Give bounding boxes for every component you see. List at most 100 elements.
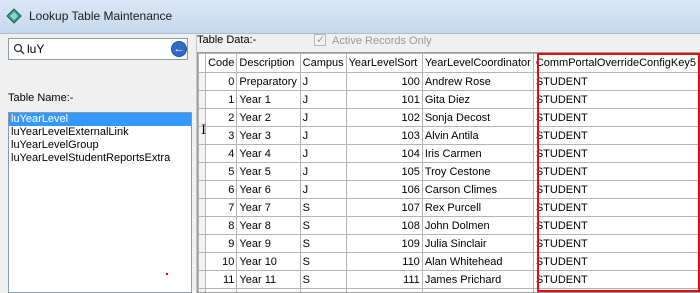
table-row[interactable]: 3 Year 3 J 103 Alvin Antila STUDENT [198, 126, 699, 145]
table-row[interactable]: 7 Year 7 S 107 Rex Purcell STUDENT [198, 198, 699, 217]
table-cell[interactable]: Year 7 [236, 198, 301, 217]
table-cell[interactable]: Alvin Antila [421, 126, 534, 145]
row-header[interactable] [198, 90, 207, 109]
table-cell[interactable]: Gita Diez [421, 90, 534, 109]
column-header[interactable]: Campus [299, 53, 347, 73]
table-name-item[interactable]: luYearLevelGroup [9, 139, 191, 152]
active-records-checkbox[interactable]: Active Records Only [314, 33, 432, 47]
table-cell[interactable]: 100 [345, 72, 423, 91]
table-cell[interactable]: J [299, 144, 347, 163]
table-cell[interactable]: STUDENT [532, 90, 699, 109]
table-cell[interactable]: S [299, 234, 347, 253]
table-cell[interactable]: 108 [345, 216, 423, 235]
table-cell[interactable]: Year 6 [236, 180, 301, 199]
table-row[interactable]: 5 Year 5 J 105 Troy Cestone STUDENT [198, 162, 699, 181]
column-header[interactable]: Description [236, 53, 301, 73]
table-cell[interactable]: Rex Purcell [421, 198, 534, 217]
table-row[interactable]: 1 Year 1 J 101 Gita Diez STUDENT [198, 90, 699, 109]
row-header[interactable] [198, 252, 207, 271]
table-cell[interactable]: 0 [205, 72, 238, 91]
table-cell[interactable]: J [299, 162, 347, 181]
table-cell[interactable]: STUDENT [532, 162, 699, 181]
table-cell[interactable]: 102 [345, 108, 423, 127]
table-cell[interactable]: 2 [205, 108, 238, 127]
table-cell[interactable]: Year 2 [236, 108, 301, 127]
table-cell[interactable]: Year 4 [236, 144, 301, 163]
table-cell[interactable]: J [299, 180, 347, 199]
table-cell[interactable]: 110 [345, 252, 423, 271]
table-cell[interactable]: Andrew Rose [421, 72, 534, 91]
table-name-item[interactable]: luYearLevel [9, 113, 191, 126]
table-cell[interactable]: 101 [345, 90, 423, 109]
table-cell[interactable]: 6 [205, 180, 238, 199]
table-cell[interactable]: S [299, 198, 347, 217]
table-cell[interactable]: STUDENT [532, 216, 699, 235]
table-cell[interactable]: 106 [345, 180, 423, 199]
go-button[interactable]: ← [171, 41, 187, 57]
row-header[interactable] [198, 216, 207, 235]
table-row[interactable]: 11 Year 11 S 111 James Prichard STUDENT [198, 270, 699, 289]
table-cell[interactable]: Julia Sinclair [421, 234, 534, 253]
column-header[interactable]: CommPortalOverrideConfigKey5 [532, 53, 699, 73]
table-cell[interactable]: Alan Whitehead [421, 252, 534, 271]
row-header[interactable] [198, 288, 207, 292]
table-cell[interactable]: 11 [205, 270, 238, 289]
table-cell[interactable]: STUDENT [532, 252, 699, 271]
table-cell[interactable]: S [299, 252, 347, 271]
table-cell[interactable]: Andrew Rose [421, 288, 534, 292]
table-cell[interactable]: STUDENT [532, 72, 699, 91]
table-row[interactable]: 6 Year 6 J 106 Carson Climes STUDENT [198, 180, 699, 199]
table-cell[interactable]: STUDENT [532, 234, 699, 253]
table-cell[interactable]: 10 [205, 252, 238, 271]
table-cell[interactable]: Year 10 [236, 252, 301, 271]
table-cell[interactable]: STUDENT [532, 108, 699, 127]
table-row[interactable]: 10 Year 10 S 110 Alan Whitehead STUDENT [198, 252, 699, 271]
table-cell[interactable]: Preparatory [236, 72, 301, 91]
row-header[interactable] [198, 144, 207, 163]
table-name-list[interactable]: luYearLevel luYearLevelExternalLink luYear… [8, 112, 192, 293]
row-header[interactable] [198, 234, 207, 253]
table-cell[interactable]: Year 9 [236, 234, 301, 253]
row-header[interactable] [198, 72, 207, 91]
table-cell[interactable]: 4 [205, 144, 238, 163]
row-header[interactable] [198, 270, 207, 289]
row-header[interactable] [198, 162, 207, 181]
column-header[interactable]: Code [205, 53, 238, 73]
table-cell[interactable]: Troy Cestone [421, 162, 534, 181]
data-grid[interactable]: Code Description Campus YearLevelSort YearLe… [197, 52, 700, 293]
row-header[interactable] [198, 180, 207, 199]
table-cell[interactable]: 112 [345, 288, 423, 292]
table-row[interactable]: 2 Year 2 J 102 Sonja Decost STUDENT [198, 108, 699, 127]
table-cell[interactable]: 107 [345, 198, 423, 217]
table-row[interactable]: 8 Year 8 S 108 John Dolmen STUDENT [198, 216, 699, 235]
table-cell[interactable]: J [299, 90, 347, 109]
table-row[interactable]: 4 Year 4 J 104 Iris Carmen STUDENT [198, 144, 699, 163]
table-cell[interactable]: 7 [205, 198, 238, 217]
table-row[interactable]: 12Year 12S112Andrew RoseSTUDENT [198, 288, 699, 292]
table-cell[interactable]: Year 3 [236, 126, 301, 145]
table-cell[interactable]: 104 [345, 144, 423, 163]
table-cell[interactable]: 3 [205, 126, 238, 145]
table-cell[interactable]: STUDENT [532, 180, 699, 199]
table-cell[interactable]: Sonja Decost [421, 108, 534, 127]
table-cell[interactable]: 109 [345, 234, 423, 253]
table-cell[interactable]: Year 12 [236, 288, 301, 292]
table-cell[interactable]: S [299, 270, 347, 289]
table-cell[interactable]: Year 1 [236, 90, 301, 109]
table-cell[interactable]: 105 [345, 162, 423, 181]
row-header[interactable] [198, 198, 207, 217]
search-input[interactable] [27, 41, 167, 57]
column-header[interactable]: YearLevelCoordinator [421, 53, 534, 73]
table-cell[interactable]: Year 5 [236, 162, 301, 181]
table-cell[interactable]: J [299, 126, 347, 145]
table-row[interactable]: 0 Preparatory J 100 Andrew Rose STUDENT [198, 72, 699, 91]
table-cell[interactable]: STUDENT [532, 270, 699, 289]
table-cell[interactable]: 8 [205, 216, 238, 235]
table-cell[interactable]: Carson Climes [421, 180, 534, 199]
table-name-item[interactable]: luYearLevelExternalLink [9, 126, 191, 139]
table-cell[interactable]: 9 [205, 234, 238, 253]
table-cell[interactable]: STUDENT [532, 198, 699, 217]
search-box[interactable]: ← [8, 38, 188, 60]
table-cell[interactable]: John Dolmen [421, 216, 534, 235]
column-header[interactable]: YearLevelSort [345, 53, 423, 73]
